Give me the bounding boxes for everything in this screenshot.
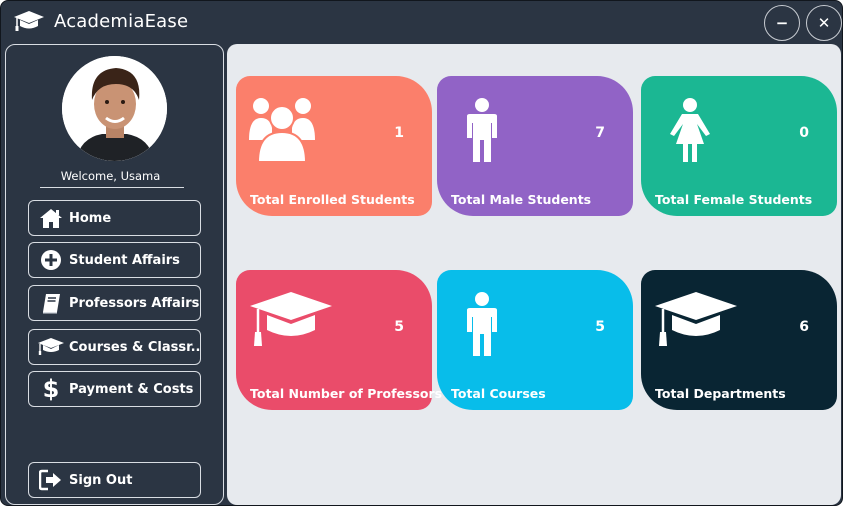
home-icon [37,206,65,230]
male-students-count: 7 [595,125,605,141]
female-icon [653,96,721,168]
minimize-button[interactable]: − [764,5,800,41]
courses-card[interactable]: 5 Total Courses [437,270,633,410]
courses-label: Total Courses [451,386,546,401]
sidebar: Welcome, Usama Home Student Affairs Prof… [5,44,224,505]
departments-label: Total Departments [655,386,786,401]
book-icon [37,291,65,315]
male-icon [449,96,517,168]
male-students-label: Total Male Students [451,192,592,207]
svg-text:$: $ [43,376,60,402]
payment-costs-button[interactable]: $ Payment & Costs [28,371,201,407]
male-students-card[interactable]: 7 Total Male Students [437,76,633,216]
dollar-icon: $ [37,376,65,402]
avatar [62,56,167,161]
female-students-card[interactable]: 0 Total Female Students [641,76,837,216]
enrolled-students-count: 1 [394,125,404,141]
divider [40,187,184,188]
app-window: AcademiaEase − ✕ Welcome, Usama Home Stu… [0,0,843,506]
sign-out-button[interactable]: Sign Out [28,462,201,498]
welcome-text: Welcome, Usama [60,169,161,183]
graduation-cap-icon [248,290,334,354]
enrolled-students-card[interactable]: 1 Total Enrolled Students [236,76,432,216]
graduation-cap-icon [13,9,45,33]
departments-card[interactable]: 6 Total Departments [641,270,837,410]
professors-label: Total Number of Professors [250,386,443,401]
home-button[interactable]: Home [28,200,201,236]
group-icon [248,96,316,168]
sign-out-icon [37,468,65,492]
close-icon: ✕ [817,14,831,32]
graduation-cap-icon [653,290,739,354]
home-label: Home [69,210,112,226]
enrolled-students-label: Total Enrolled Students [250,192,415,207]
courses-count: 5 [595,319,605,335]
payment-costs-label: Payment & Costs [69,381,194,397]
female-students-count: 0 [799,125,809,141]
minimize-icon: − [775,14,789,32]
app-title: AcademiaEase [54,11,189,32]
dashboard-content: 1 Total Enrolled Students 7 Total Male S… [227,44,841,505]
student-affairs-label: Student Affairs [69,252,180,268]
professors-affairs-button[interactable]: Professors Affairs [28,285,201,321]
courses-classrooms-button[interactable]: Courses & Classr... [28,329,201,365]
courses-classrooms-label: Courses & Classr... [69,339,201,355]
plus-circle-icon [37,248,65,272]
professors-count: 5 [394,319,404,335]
student-affairs-button[interactable]: Student Affairs [28,242,201,278]
female-students-label: Total Female Students [655,192,813,207]
departments-count: 6 [799,319,809,335]
title-bar: AcademiaEase − ✕ [1,1,842,43]
close-button[interactable]: ✕ [806,5,842,41]
sign-out-label: Sign Out [69,472,133,488]
person-icon [449,290,517,362]
professors-affairs-label: Professors Affairs [69,295,200,311]
professors-card[interactable]: 5 Total Number of Professors [236,270,442,410]
graduation-cap-icon [37,335,65,359]
